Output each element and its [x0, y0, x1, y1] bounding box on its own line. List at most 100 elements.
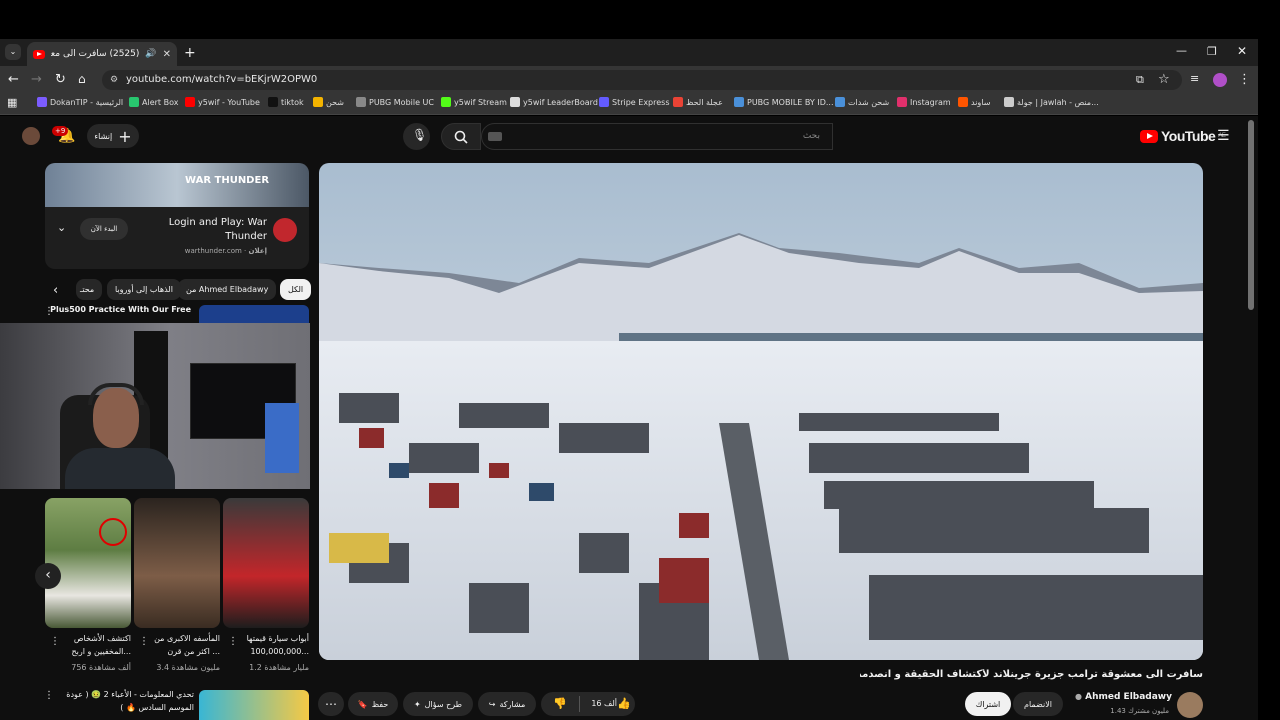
tab-audio-icon: 🔊: [145, 49, 157, 59]
voice-search-button[interactable]: 🎙: [403, 123, 430, 150]
ask-sparkle-icon: ✦: [413, 699, 421, 709]
short-title-3[interactable]: أبواب سيارة قيمتها 100,000,000...: [229, 632, 309, 658]
short-title-2[interactable]: المأسفه الاكبرى من اكثر من قرن ...: [140, 632, 220, 658]
plus-icon: +: [118, 126, 132, 146]
close-window-icon[interactable]: ✕: [1237, 44, 1247, 58]
youtube-logo[interactable]: YouTube AE: [1140, 128, 1226, 144]
new-tab-icon[interactable]: +: [184, 45, 196, 61]
bookmark-item[interactable]: y5wif LeaderBoard: [510, 97, 598, 107]
next-video-thumbnail[interactable]: [199, 690, 309, 720]
chip-from-channel[interactable]: من Ahmed Elbadawy: [178, 279, 277, 300]
bookmark-label: PUBG Mobile UC: [369, 97, 434, 107]
short-more-icon-1[interactable]: ⋮: [50, 636, 60, 647]
bookmark-item[interactable]: Alert Box: [129, 97, 178, 107]
next-video-more-icon[interactable]: ⋮: [44, 690, 54, 701]
short-thumbnail-3[interactable]: [223, 498, 309, 628]
profile-avatar-icon[interactable]: [1213, 73, 1227, 87]
bookmark-item[interactable]: جولة | Jawlah - منص...: [1004, 97, 1099, 107]
bookmark-item[interactable]: y5wif - YouTube: [185, 97, 260, 107]
bookmark-label: y5wif LeaderBoard: [523, 97, 598, 107]
bookmark-item[interactable]: y5wif Stream: [441, 97, 507, 107]
top-black-area: [0, 0, 1280, 39]
plus500-more-icon[interactable]: ⋮: [44, 306, 54, 317]
bookmark-favicon-icon: [268, 97, 278, 107]
share-icon: ↪: [488, 699, 496, 709]
apps-grid-icon[interactable]: ▦: [7, 96, 17, 109]
bookmark-item[interactable]: Instagram: [897, 97, 951, 107]
channel-avatar[interactable]: [1177, 692, 1203, 718]
restore-icon[interactable]: ❐: [1207, 45, 1217, 58]
bookmark-item[interactable]: PUBG MOBILE BY ID...: [734, 97, 834, 107]
account-avatar[interactable]: [22, 127, 40, 145]
browser-tab-active[interactable]: (2525) سافرت الى معشوقة : 🔊 ✕: [27, 42, 177, 66]
tab-search-chevron-icon[interactable]: ⌄: [5, 44, 21, 60]
chip-europe[interactable]: الذهاب إلى أوروبا: [107, 279, 181, 300]
next-video-title[interactable]: تحدي المعلومات - الأعباء 2 🤢 ( عودة المو…: [56, 688, 194, 714]
bookmark-item[interactable]: Stripe Express: [599, 97, 670, 107]
shorts-prev-chevron-icon[interactable]: ‹: [35, 563, 61, 589]
bookmark-item[interactable]: PUBG Mobile UC: [356, 97, 434, 107]
bookmark-item[interactable]: عجلة الحظ: [673, 97, 723, 107]
browser-menu-icon[interactable]: ⋮: [1238, 72, 1251, 87]
save-label: حفظ: [371, 699, 389, 709]
verified-check-icon: ●: [1074, 692, 1082, 701]
channel-name[interactable]: ● Ahmed Elbadawy: [1060, 692, 1172, 702]
short-more-icon-2[interactable]: ⋮: [139, 636, 149, 647]
chips-prev-chevron-icon[interactable]: ‹: [53, 283, 58, 298]
ask-button[interactable]: ✦ طرح سؤال: [403, 692, 473, 716]
chip-all[interactable]: الكل: [280, 279, 312, 300]
channel-name-text: Ahmed Elbadawy: [1085, 692, 1172, 702]
search-button[interactable]: [441, 123, 481, 150]
chip-more[interactable]: محتـ: [76, 279, 102, 300]
site-info-icon[interactable]: ⚙: [110, 70, 118, 90]
back-icon[interactable]: ←: [8, 72, 19, 87]
search-input[interactable]: بحث: [481, 123, 833, 150]
home-icon[interactable]: ⌂: [78, 72, 86, 86]
video-frame-greenland: [319, 163, 1203, 660]
dislike-icon[interactable]: 👎: [541, 692, 579, 716]
short-views-2: 3.4 مليون مشاهدة: [156, 663, 220, 672]
bookmark-star-icon[interactable]: ☆: [1158, 72, 1170, 87]
address-bar-input[interactable]: ⚙ youtube.com/watch?v=bEKjrW2OPW0: [102, 70, 1182, 90]
short-more-icon-3[interactable]: ⋮: [228, 636, 238, 647]
like-icon[interactable]: 👍: [617, 692, 633, 716]
like-count[interactable]: 16 ألف: [583, 692, 617, 716]
cast-icon[interactable]: ⧉: [1136, 73, 1144, 87]
plus500-title[interactable]: Plus500 Practice With Our Free: [45, 305, 195, 314]
short-title-1[interactable]: اكتشف الأشخاص المخفيين و اربح...: [51, 632, 131, 658]
bookmark-item[interactable]: tiktok: [268, 97, 304, 107]
ad-title[interactable]: Login and Play: War Thunder: [155, 216, 267, 244]
bookmark-item[interactable]: شحن: [313, 97, 344, 107]
short-thumbnail-1[interactable]: [45, 498, 131, 628]
bookmark-label: y5wif Stream: [454, 97, 507, 107]
more-actions-icon[interactable]: ⋯: [318, 692, 344, 716]
join-button[interactable]: الانضمام: [1013, 692, 1063, 716]
ad-domain: warthunder.com: [184, 247, 242, 255]
short-thumbnail-2[interactable]: [134, 498, 220, 628]
video-player[interactable]: [319, 163, 1203, 660]
reload-icon[interactable]: ↻: [55, 72, 66, 87]
keyboard-icon[interactable]: [488, 132, 502, 141]
forward-icon[interactable]: →: [31, 72, 42, 87]
bookmark-favicon-icon: [356, 97, 366, 107]
short-views-1: 756 ألف مشاهدة: [71, 663, 131, 672]
ad-card[interactable]: WAR THUNDER Login and Play: War Thunder …: [45, 163, 309, 269]
video-title: سافرت الى معشوقة ترامب جزيرة جرينلاند لأ…: [860, 669, 1203, 680]
bookmark-label: Alert Box: [142, 97, 179, 107]
hamburger-menu-icon[interactable]: ☰: [1217, 128, 1230, 144]
ad-cta-button[interactable]: البدء الآن: [80, 218, 128, 240]
ad-advertiser-icon: [273, 218, 297, 242]
bookmark-item[interactable]: شحن شدات: [835, 97, 889, 107]
media-control-icon[interactable]: ≡: [1190, 72, 1199, 85]
share-button[interactable]: ↪ مشاركة: [478, 692, 536, 716]
page-scrollbar[interactable]: [1248, 120, 1254, 310]
tab-close-icon[interactable]: ✕: [163, 49, 171, 60]
ad-expand-chevron-icon[interactable]: ⌄: [57, 221, 66, 234]
minimize-icon[interactable]: —: [1176, 44, 1187, 57]
bookmark-item[interactable]: ساوند: [958, 97, 990, 107]
webcam-overlay: [0, 323, 310, 489]
subscribe-button[interactable]: اشتراك: [965, 692, 1011, 716]
bookmark-item[interactable]: DokanTIP - الرئيسية: [37, 97, 123, 107]
save-button[interactable]: 🔖 حفظ: [348, 692, 398, 716]
create-button[interactable]: إنشاء +: [87, 124, 139, 148]
